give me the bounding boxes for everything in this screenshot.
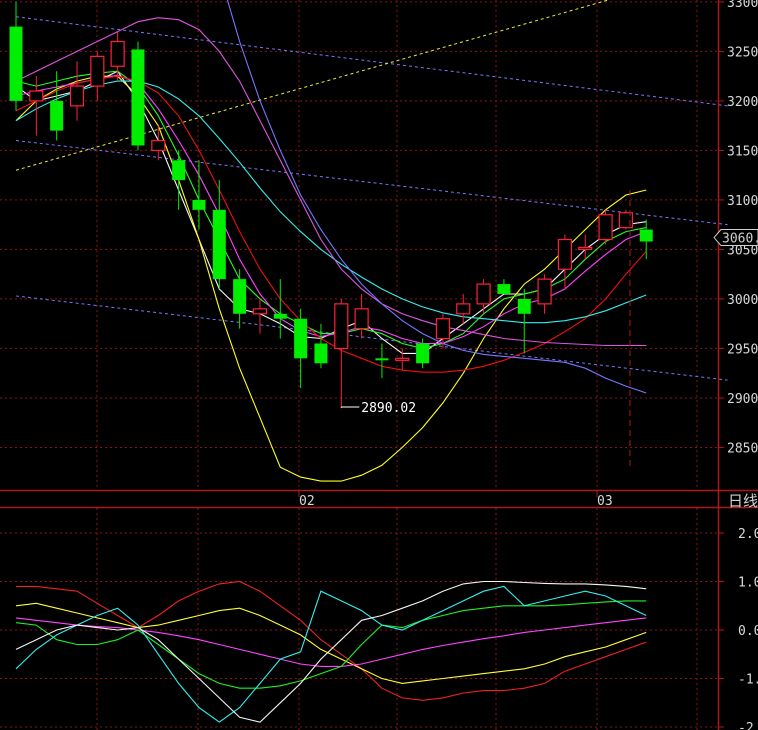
candle-body-8 — [172, 160, 186, 181]
current-price-tag[interactable]: 3060. — [713, 229, 758, 247]
candle-body-6 — [131, 49, 145, 146]
indicator-tick-label-4: -2.0 — [738, 721, 758, 730]
candle-body-23 — [476, 283, 491, 305]
candle-body-4 — [90, 55, 105, 87]
stock-chart: 2850.2900.2950.3000.3050.3100.3150.3200.… — [0, 0, 758, 730]
price-tick-label-6: 3150. — [727, 144, 758, 159]
period-label[interactable]: 日线 — [728, 492, 758, 510]
price-tick-label-5: 3100. — [727, 194, 758, 209]
current-price-label: 3060. — [722, 232, 758, 247]
price-tick-label-2: 2950. — [727, 342, 758, 357]
candle-body-28 — [578, 246, 593, 251]
candle-body-20 — [416, 343, 430, 364]
candle-body-9 — [192, 199, 206, 210]
candle-body-13 — [273, 313, 287, 319]
candle-body-24 — [497, 284, 511, 294]
indicator-tick-label-0: 2.0 — [738, 527, 758, 542]
candle-body-10 — [212, 209, 226, 280]
price-tick-label-7: 3200. — [727, 95, 758, 110]
indicator-tick-label-2: 0.0 — [738, 624, 758, 639]
low-annotation-label: 2890.02 — [361, 401, 416, 416]
date-tick-label-1: 03 — [597, 494, 613, 509]
candle-body-5 — [110, 40, 125, 67]
candle-body-0 — [9, 26, 23, 101]
candle-body-18 — [375, 358, 389, 361]
candle-body-27 — [557, 238, 573, 270]
candle-6 — [131, 41, 145, 151]
candle-body-16 — [334, 303, 349, 350]
indicator-tick-label-3: -1.0 — [738, 673, 758, 688]
candle-body-12 — [252, 308, 268, 315]
price-tick-label-1: 2900. — [727, 392, 758, 407]
candle-body-14 — [294, 318, 308, 359]
candle-body-22 — [456, 303, 471, 315]
candle-body-1 — [29, 90, 44, 102]
candle-29 — [598, 209, 613, 245]
candle-body-19 — [395, 357, 410, 361]
candle-body-29 — [598, 214, 613, 241]
price-tick-label-9: 3300. — [727, 0, 758, 11]
price-tick-label-3: 3000. — [727, 293, 758, 308]
candle-body-3 — [69, 85, 85, 107]
candle-body-25 — [517, 298, 531, 314]
candle-body-7 — [151, 139, 166, 152]
candle-body-17 — [354, 308, 369, 330]
candle-body-11 — [233, 279, 247, 314]
price-tick-label-8: 3250. — [727, 45, 758, 60]
indicator-tick-label-1: 1.0 — [738, 576, 758, 591]
candle-body-31 — [639, 229, 653, 242]
candle-body-15 — [314, 343, 328, 364]
candle-body-21 — [435, 318, 451, 340]
price-tick-label-0: 2850. — [727, 441, 758, 456]
candle-body-26 — [537, 278, 552, 305]
candle-body-2 — [50, 100, 64, 131]
date-tick-label-0: 02 — [299, 494, 315, 509]
